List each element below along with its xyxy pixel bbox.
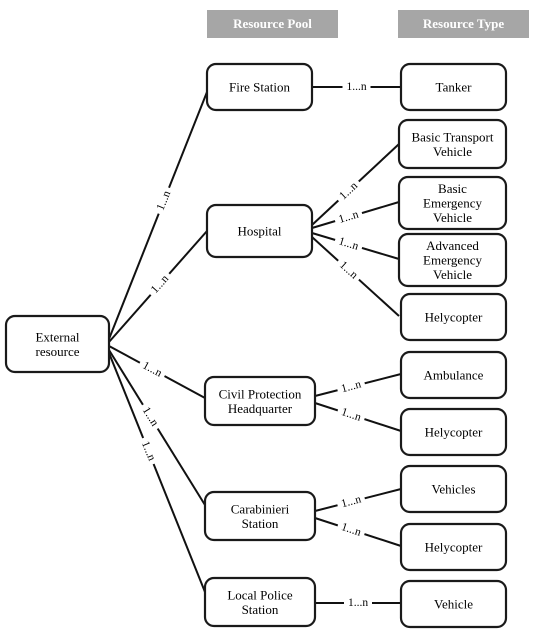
node-external-resource[interactable]: Externalresource <box>4 314 111 374</box>
edge-cardinality-civil-to-ambulance: 1...n <box>335 376 367 398</box>
node-label-line: Vehicle <box>433 210 472 225</box>
edge-cardinality-carabinieri-to-vehicles: 1...n <box>335 491 367 513</box>
node-pool-hospital[interactable]: Hospital <box>205 203 314 259</box>
node-label-line: Basic Transport <box>412 129 494 144</box>
edge-cardinality-root-to-carabinieri: 1...n <box>136 401 164 433</box>
node-label-line: Helycopter <box>425 310 483 325</box>
node-label-line: Station <box>242 516 279 531</box>
node-label-line: Basic <box>438 181 467 196</box>
edge-root-to-fire-station <box>108 91 208 340</box>
node-label-line: Carabinieri <box>231 501 290 516</box>
column-header-label: Resource Type <box>423 16 504 31</box>
node-label-line: Helycopter <box>425 540 483 555</box>
node-label-line: Fire Station <box>229 80 291 95</box>
node-type-helycopter-hospital[interactable]: Helycopter <box>399 292 508 342</box>
node-label-line: Ambulance <box>424 368 484 383</box>
node-type-helycopter-carabinieri[interactable]: Helycopter <box>399 522 508 572</box>
node-label-line: Vehicles <box>431 482 475 497</box>
node-label-line: Helycopter <box>425 425 483 440</box>
edge-cardinality-fire-station-to-tanker: 1...n <box>342 80 371 94</box>
node-label-line: Hospital <box>237 224 281 239</box>
nodes-layer: Externalresource Fire Station Hospital Civi… <box>4 62 508 629</box>
edge-cardinality-label: 1...n <box>340 406 363 424</box>
node-label-line: Vehicle <box>434 597 473 612</box>
node-type-ambulance[interactable]: Ambulance <box>399 350 508 400</box>
node-pool-local-police-station[interactable]: Local PoliceStation <box>203 576 317 628</box>
node-label-line: External <box>35 330 79 345</box>
node-label-line: Headquarter <box>228 401 293 416</box>
node-label-line: Emergency <box>423 253 482 268</box>
edge-cardinality-local-police-to-vehicle: 1...n <box>344 596 372 610</box>
node-pool-fire-station[interactable]: Fire Station <box>205 62 314 112</box>
edge-cardinality-carabinieri-to-helycopter: 1...n <box>335 518 367 541</box>
node-label-line: Advanced <box>426 238 479 253</box>
edge-cardinality-label: 1...n <box>346 81 366 93</box>
edge-cardinality-civil-to-helycopter: 1...n <box>335 403 367 426</box>
edge-cardinality-label: 1...n <box>337 208 360 225</box>
node-type-advanced-emergency-vehicle[interactable]: AdvancedEmergencyVehicle <box>397 232 508 288</box>
edge-line <box>108 352 206 593</box>
node-label-line: Vehicle <box>433 267 472 282</box>
edge-cardinality-root-to-civil-protection: 1...n <box>136 356 168 383</box>
node-type-basic-transport-vehicle[interactable]: Basic TransportVehicle <box>397 118 508 170</box>
column-header-label: Resource Pool <box>233 16 312 31</box>
edge-line <box>108 91 208 340</box>
node-label-line: Station <box>242 602 279 617</box>
column-header-resource-pool: Resource Pool <box>207 10 338 38</box>
node-type-helycopter-civil[interactable]: Helycopter <box>399 407 508 457</box>
node-label-line: Vehicle <box>433 144 472 159</box>
edge-cardinality-root-to-local-police: 1...n <box>136 435 161 467</box>
node-label-line: Tanker <box>436 80 473 95</box>
edge-cardinality-hospital-to-advanced-emergency: 1...n <box>333 233 364 255</box>
edge-cardinality-label: 1...n <box>340 378 363 395</box>
node-pool-carabinieri-station[interactable]: CarabinieriStation <box>203 490 317 542</box>
edge-root-to-local-police <box>108 352 206 593</box>
edge-cardinality-hospital-to-basic-emergency: 1...n <box>333 206 364 228</box>
node-type-tanker[interactable]: Tanker <box>399 62 508 112</box>
node-pool-civil-protection-headquarter[interactable]: Civil ProtectionHeadquarter <box>203 375 317 427</box>
edge-cardinality-label: 1...n <box>337 235 360 252</box>
edge-cardinality-label: 1...n <box>340 521 363 539</box>
node-label-line: resource <box>35 344 79 359</box>
node-type-vehicle-local-police[interactable]: Vehicle <box>399 579 508 629</box>
node-type-vehicles-carabinieri[interactable]: Vehicles <box>399 464 508 514</box>
edge-cardinality-root-to-fire-station: 1...n <box>152 185 176 217</box>
column-header-resource-type: Resource Type <box>398 10 529 38</box>
resource-hierarchy-diagram: Resource Pool Resource Type External resou… <box>0 0 536 637</box>
column-headers-layer: Resource Pool Resource Type <box>207 10 529 38</box>
edge-cardinality-label: 1...n <box>348 597 368 609</box>
node-type-basic-emergency-vehicle[interactable]: BasicEmergencyVehicle <box>397 175 508 231</box>
node-label-line: Emergency <box>423 196 482 211</box>
node-label-line: Local Police <box>227 587 293 602</box>
edge-cardinality-label: 1...n <box>340 493 363 510</box>
node-label-line: Civil Protection <box>219 386 302 401</box>
